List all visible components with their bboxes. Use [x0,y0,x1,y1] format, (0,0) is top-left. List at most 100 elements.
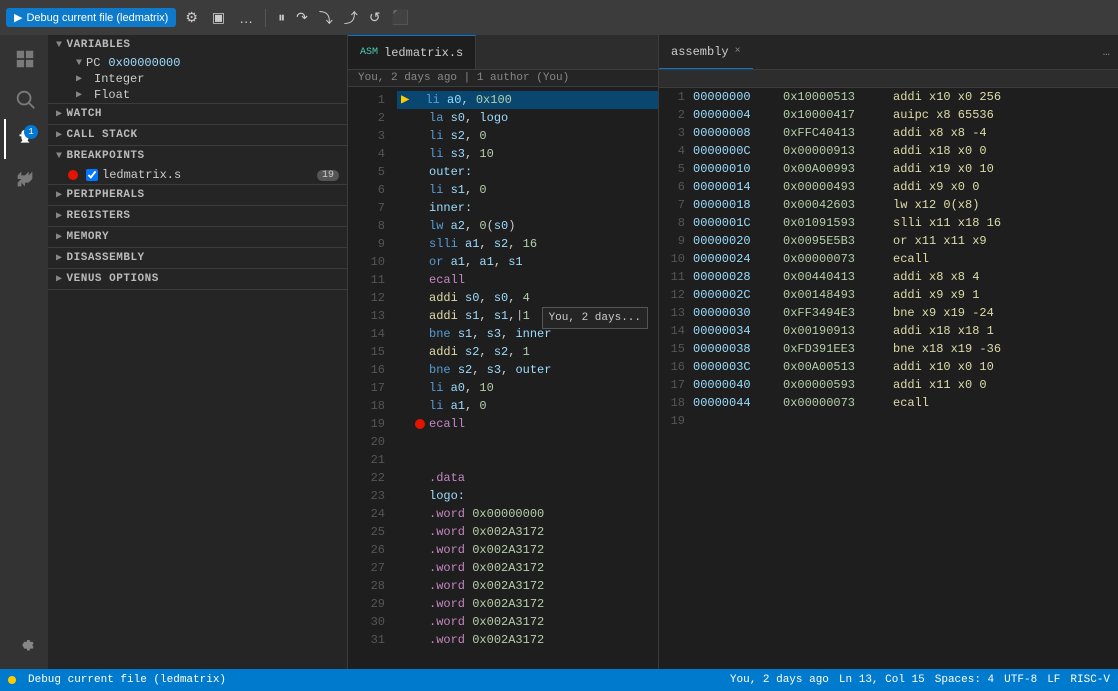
asm-row-12: 12 0000002C 0x00148493 addi x9 x9 1 [659,286,1118,304]
asm-row-8: 8 0000001C 0x01091593 slli x11 x18 16 [659,214,1118,232]
variables-chevron: ▼ [56,40,63,51]
venus-header[interactable]: ▶ VENUS OPTIONS [48,269,347,289]
code-line-21 [397,451,658,469]
line-numbers: 1 2 3 4 5 6 7 8 9 10 11 12 13 14 15 16 1… [348,87,393,669]
code-line-16: bne s2, s3, outer [397,361,658,379]
tab-ledmatrix[interactable]: ASM ledmatrix.s [348,35,476,69]
git-tooltip: You, 2 days... [542,307,648,329]
stop-button[interactable]: ⬛ [387,6,414,30]
play-icon: ▶ [14,11,22,24]
disassembly-chevron: ▶ [56,252,63,264]
debug-status-label[interactable]: Debug current file (ledmatrix) [28,674,226,686]
debug-current-button[interactable]: ▶ Debug current file (ledmatrix) [6,8,176,27]
debug-arrow-icon: ▶ [401,91,409,109]
assembly-panel: assembly × … 1 00000000 0x10000513 addi … [658,35,1118,669]
assembly-tab[interactable]: assembly × [659,35,753,69]
watch-section: ▶ WATCH [48,104,347,125]
code-line-11: ecall [397,271,658,289]
more-icon-btn[interactable]: … [234,8,258,28]
watch-header[interactable]: ▶ WATCH [48,104,347,124]
registers-chevron: ▶ [56,210,63,222]
peripherals-header[interactable]: ▶ PERIPHERALS [48,185,347,205]
debug-status-dot [8,676,16,684]
cursor-position[interactable]: Ln 13, Col 15 [839,674,925,686]
debug-controls: ⏸ ↷ ⤵ ⤴ ↺ ⬛ [273,6,414,30]
activity-settings[interactable] [4,625,44,665]
code-line-9: slli a1, s2, 16 [397,235,658,253]
asm-row-7: 7 00000018 0x00042603 lw x12 0(x8) [659,196,1118,214]
screen-icon-btn[interactable]: ▣ [207,7,230,28]
assembly-content: 1 00000000 0x10000513 addi x10 x0 256 2 … [659,70,1118,669]
memory-chevron: ▶ [56,231,63,243]
float-row[interactable]: ▶ Float [48,87,347,103]
encoding[interactable]: UTF-8 [1004,674,1037,686]
sidebar: ▼ VARIABLES ▼ PC 0x00000000 ▶ Integer ▶ … [48,35,348,669]
integer-row[interactable]: ▶ Integer [48,71,347,87]
registers-section: ▶ REGISTERS [48,206,347,227]
activity-explorer[interactable] [4,39,44,79]
code-line-27: .word 0x002A3172 [397,559,658,577]
asm-row-1: 1 00000000 0x10000513 addi x10 x0 256 [659,88,1118,106]
asm-row-13: 13 00000030 0xFF3494E3 bne x9 x19 -24 [659,304,1118,322]
disassembly-header[interactable]: ▶ DISASSEMBLY [48,248,347,268]
variables-section: ▼ VARIABLES ▼ PC 0x00000000 ▶ Integer ▶ … [48,35,347,104]
call-stack-section: ▶ CALL STACK [48,125,347,146]
code-editor[interactable]: ▶ li a0, 0x100 la s0, logo li s2, 0 [393,87,658,669]
asm-row-18: 18 00000044 0x00000073 ecall [659,394,1118,412]
debug-badge: 1 [24,125,38,139]
code-line-20 [397,433,658,451]
bp-dot-icon [68,170,78,180]
code-line-24: .word 0x00000000 [397,505,658,523]
code-line-13: addi s1, s1, 1 You, 2 days... | [397,307,658,325]
main-layout: 1 ▼ VARIABLES ▼ PC 0x00000000 ▶ Integer [0,35,1118,669]
step-out-button[interactable]: ⤴ [339,6,363,30]
call-stack-header[interactable]: ▶ CALL STACK [48,125,347,145]
asm-row-6: 6 00000014 0x00000493 addi x9 x0 0 [659,178,1118,196]
code-line-6: li s1, 0 [397,181,658,199]
asm-row-3: 3 00000008 0xFFC40413 addi x8 x8 -4 [659,124,1118,142]
separator-1 [265,9,266,27]
statusbar: Debug current file (ledmatrix) You, 2 da… [0,669,1118,691]
activity-extensions[interactable] [4,159,44,199]
code-line-28: .word 0x002A3172 [397,577,658,595]
code-line-29: .word 0x002A3172 [397,595,658,613]
activity-search[interactable] [4,79,44,119]
assembly-tab-more[interactable]: … [1095,45,1118,59]
code-line-4: li s3, 10 [397,145,658,163]
indent-spaces[interactable]: Spaces: 4 [935,674,994,686]
restart-button[interactable]: ↺ [364,6,386,30]
code-line-7: inner: [397,199,658,217]
activity-debug[interactable]: 1 [4,119,44,159]
step-into-button[interactable]: ⤵ [314,6,338,30]
language-mode[interactable]: RISC-V [1070,674,1110,686]
peripherals-section: ▶ PERIPHERALS [48,185,347,206]
registers-header[interactable]: ▶ REGISTERS [48,206,347,226]
asm-row-19: 19 [659,412,1118,430]
settings-icon-btn[interactable]: ⚙ [180,7,203,28]
pc-chevron: ▼ [76,58,82,69]
disassembly-section: ▶ DISASSEMBLY [48,248,347,269]
tab-asm-icon: ASM [360,47,378,58]
assembly-tab-close[interactable]: × [735,46,741,57]
code-line-25: .word 0x002A3172 [397,523,658,541]
breakpoints-header[interactable]: ▼ BREAKPOINTS [48,146,347,166]
code-line-10: or a1, a1, s1 [397,253,658,271]
step-over-button[interactable]: ↷ [291,6,313,30]
line-ending[interactable]: LF [1047,674,1060,686]
editor-tabs: ASM ledmatrix.s [348,35,658,70]
code-line-23: logo: [397,487,658,505]
code-line-31: .word 0x002A3172 [397,631,658,649]
pause-button[interactable]: ⏸ [273,6,290,30]
variables-header[interactable]: ▼ VARIABLES [48,35,347,55]
watch-chevron: ▶ [56,108,63,120]
code-line-8: lw a2, 0(s0) [397,217,658,235]
integer-chevron: ▶ [76,73,82,85]
code-line-30: .word 0x002A3172 [397,613,658,631]
git-status[interactable]: You, 2 days ago [730,674,829,686]
asm-row-15: 15 00000038 0xFD391EE3 bne x18 x19 -36 [659,340,1118,358]
cursor-blink: | [516,307,523,325]
pc-row[interactable]: ▼ PC 0x00000000 [48,55,347,71]
bp-checkbox[interactable] [86,169,98,181]
breakpoint-item[interactable]: ledmatrix.s 19 [48,166,347,184]
memory-header[interactable]: ▶ MEMORY [48,227,347,247]
